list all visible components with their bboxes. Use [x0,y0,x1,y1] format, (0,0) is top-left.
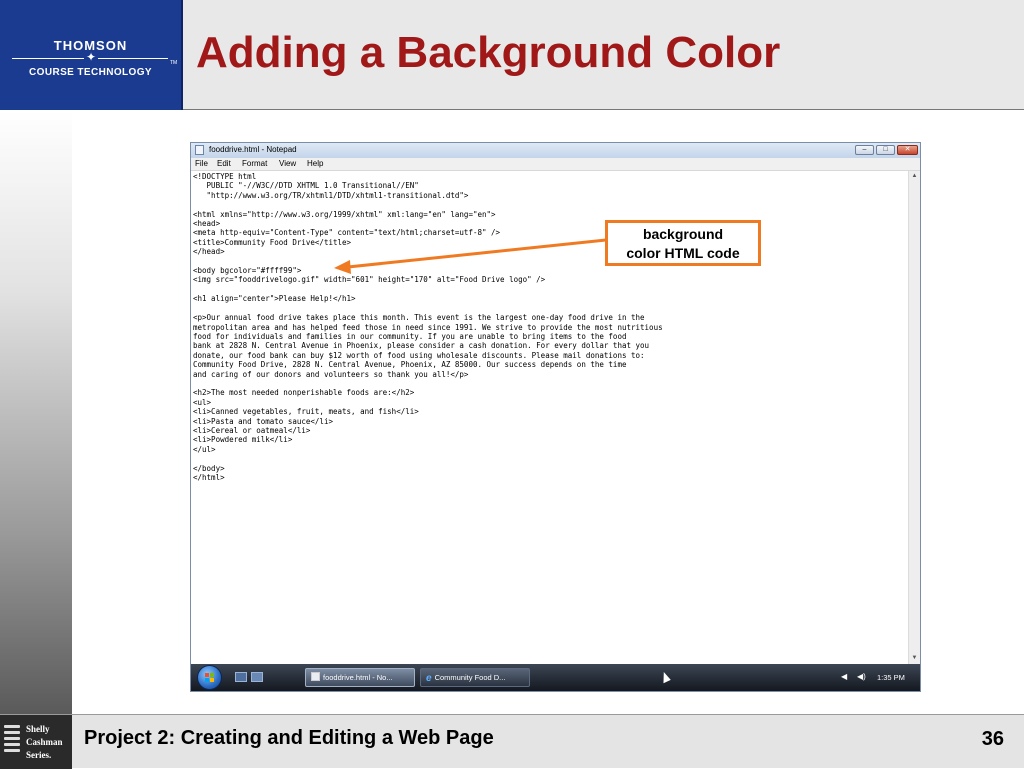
menu-edit[interactable]: Edit [217,159,231,168]
books-icon [4,725,20,759]
vertical-scrollbar[interactable]: ▲ ▼ [908,171,920,664]
notepad-icon [195,145,204,155]
text-editor-area[interactable]: <!DOCTYPE html PUBLIC "-//W3C//DTD XHTML… [191,171,908,664]
taskbar-item-label: Community Food D... [434,673,506,682]
left-decorative-strip [0,110,72,714]
mouse-pointer-icon [659,670,671,684]
thomson-logo: THOMSON ✦ COURSE TECHNOLOGY TM [0,0,183,110]
internet-explorer-icon: e [426,673,432,684]
taskbar-item-label: fooddrive.html - No... [323,673,393,682]
close-button[interactable]: ✕ [897,145,918,155]
slide-footer: Shelly Cashman Series. Project 2: Creati… [0,714,1024,769]
windows-taskbar: fooddrive.html - No... e Community Food D… [191,664,920,691]
slide-header: THOMSON ✦ COURSE TECHNOLOGY TM Adding a … [0,0,1024,110]
menu-help[interactable]: Help [307,159,323,168]
window-titlebar[interactable]: fooddrive.html - Notepad – □ ✕ [191,143,920,158]
windows-flag-icon [205,673,215,683]
menu-bar: File Edit Format View Help [191,158,920,171]
system-tray: ◀ ◀) 1:35 PM [839,664,920,691]
series-line-2: Cashman [26,737,63,747]
page-title: Adding a Background Color [196,28,781,77]
menu-format[interactable]: Format [242,159,267,168]
minimize-button[interactable]: – [855,145,874,155]
window-title: fooddrive.html - Notepad [209,145,297,154]
maximize-button[interactable]: □ [876,145,895,155]
series-line-3: Series. [26,750,52,760]
windows-orb-icon[interactable] [197,665,222,690]
html-source-code[interactable]: <!DOCTYPE html PUBLIC "-//W3C//DTD XHTML… [193,172,663,482]
slide-number: 36 [981,728,1004,750]
switch-windows-icon[interactable] [251,672,263,682]
logo-star-icon: ✦ [84,50,99,64]
menu-file[interactable]: File [195,159,208,168]
callout-line-1: background [642,226,724,242]
footer-title: Project 2: Creating and Editing a Web Pa… [84,727,494,749]
series-text: Shelly Cashman Series. [26,723,63,762]
speaker-icon[interactable]: ◀) [857,672,866,681]
logo-course-technology-text: COURSE TECHNOLOGY [29,67,152,78]
logo-tm-mark: TM [170,60,178,66]
taskbar-item-browser[interactable]: e Community Food D... [420,668,530,687]
callout-line-2: color HTML code [626,245,740,261]
shelly-cashman-logo: Shelly Cashman Series. [0,715,72,769]
chevron-left-icon[interactable]: ◀ [841,672,847,681]
series-line-1: Shelly [26,724,50,734]
notepad-window: fooddrive.html - Notepad – □ ✕ File Edit… [190,142,921,692]
scroll-up-arrow-icon[interactable]: ▲ [909,171,920,182]
taskbar-item-notepad[interactable]: fooddrive.html - No... [305,668,415,687]
show-desktop-icon[interactable] [235,672,247,682]
scroll-down-arrow-icon[interactable]: ▼ [909,653,920,664]
clock[interactable]: 1:35 PM [877,673,905,682]
notepad-icon [311,672,320,681]
menu-view[interactable]: View [279,159,296,168]
callout-box: background color HTML code [605,220,761,266]
